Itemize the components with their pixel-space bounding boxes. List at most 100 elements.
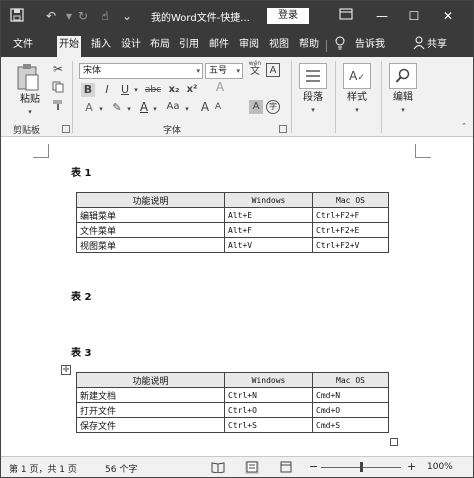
table-cell[interactable]: 保存文件 [76,417,225,433]
ribbon-tabs: 文件 开始 插入 设计 布局 引用 邮件 审阅 视图 帮助 告诉我 共享 [1,31,473,57]
tab-view[interactable]: 视图 [267,36,291,57]
word-count[interactable]: 56 个字 [105,462,137,475]
tab-layout[interactable]: 布局 [148,36,172,57]
chevron-down-icon[interactable]: ▾ [183,106,191,113]
tab-help[interactable]: 帮助 [297,36,321,57]
table-cell[interactable]: Ctrl+F2+F [312,207,389,223]
cut-icon[interactable]: ✂ [51,63,65,75]
zoom-out-button[interactable]: − [309,460,318,473]
bold-button[interactable]: B [81,83,95,97]
table-cell[interactable]: Ctrl+O [224,402,313,418]
undo-icon[interactable]: ↶ [43,8,59,24]
tab-design[interactable]: 设计 [119,36,143,57]
underline-button[interactable]: U [119,83,131,97]
table-cell[interactable]: Cmd+S [312,417,389,433]
shrink-font-button[interactable]: A [213,103,223,112]
print-layout-icon[interactable] [245,461,259,474]
shortcut-table-1[interactable]: 功能说明 Windows Mac OS 编辑菜单 Alt+E Ctrl+F2+F… [76,192,389,253]
save-icon[interactable] [9,8,25,24]
enclose-characters-button[interactable]: 字 [266,100,280,114]
superscript-button[interactable]: x² [185,83,199,97]
table-cell[interactable]: Alt+V [224,237,313,253]
shortcut-table-3[interactable]: 功能说明 Windows Mac OS 新建文档 Ctrl+N Cmd+N 打开… [76,372,389,433]
chevron-down-icon[interactable]: ▾ [151,106,159,113]
table-cell[interactable]: 打开文件 [76,402,225,418]
table-cell[interactable]: Alt+F [224,222,313,238]
grow-font-button[interactable]: A [199,101,211,113]
table-cell[interactable]: 视图菜单 [76,237,225,253]
underline-dropdown-icon[interactable]: ▾ [132,87,140,94]
styles-icon[interactable]: A✓ [343,63,371,89]
character-shading-button[interactable]: A [249,100,263,114]
tell-me-search[interactable]: 告诉我 [353,36,387,57]
styles-button[interactable]: 样式 [341,93,373,103]
touch-mode-icon[interactable]: ☝ [97,8,113,24]
font-size-select[interactable]: 五号 ▾ [205,63,243,79]
italic-button[interactable]: I [101,83,113,97]
subscript-button[interactable]: x₂ [167,83,181,97]
table-cell[interactable]: Cmd+N [312,387,389,403]
tab-references[interactable]: 引用 [177,36,201,57]
collapse-ribbon-icon[interactable]: ⌃ [459,123,469,130]
table-caption: 表 2 [71,292,92,303]
table-cell[interactable]: Ctrl+F2+E [312,222,389,238]
paragraph-button[interactable]: 段落 [297,93,329,103]
table-cell[interactable]: 文件菜单 [76,222,225,238]
table-row: 编辑菜单 Alt+E Ctrl+F2+F [76,207,389,223]
clipboard-launcher-icon[interactable] [62,125,70,133]
tab-home[interactable]: 开始 [57,36,81,57]
ribbon-display-icon[interactable] [337,7,355,25]
phonetic-guide-icon[interactable]: wén 文 [247,61,263,77]
chevron-down-icon[interactable]: ▾ [125,106,133,113]
tab-mailings[interactable]: 邮件 [207,36,231,57]
search-icon[interactable] [389,63,417,89]
text-effects-icon[interactable]: A [81,102,97,113]
strikethrough-button[interactable]: abc [143,83,163,97]
copy-icon[interactable] [51,81,65,96]
font-color-button[interactable]: A [137,101,151,113]
minimize-icon[interactable]: — [373,7,391,25]
paste-dropdown-icon[interactable]: ▾ [25,109,35,116]
chevron-down-icon[interactable]: ▾ [398,107,408,114]
font-name-select[interactable]: 宋体 ▾ [79,63,203,79]
restore-icon[interactable]: ☐ [405,7,423,25]
table-cell[interactable]: Ctrl+S [224,417,313,433]
editing-button[interactable]: 编辑 [387,93,419,103]
character-border-icon[interactable]: A [266,63,280,77]
read-mode-icon[interactable] [211,461,225,474]
document-canvas[interactable]: 表 1 功能说明 Windows Mac OS 编辑菜单 Alt+E Ctrl+… [1,138,473,456]
web-layout-icon[interactable] [279,461,293,474]
table-cell[interactable]: 编辑菜单 [76,207,225,223]
table-resize-handle[interactable] [390,438,398,446]
tab-review[interactable]: 审阅 [237,36,261,57]
chevron-down-icon[interactable]: ▾ [308,107,318,114]
highlight-icon[interactable]: ✎ [109,102,125,113]
table-cell[interactable]: Alt+E [224,207,313,223]
zoom-in-button[interactable]: + [407,460,416,473]
close-icon[interactable]: ✕ [439,7,457,25]
customize-toolbar-icon[interactable]: ⌄ [119,8,135,24]
table-cell[interactable]: 新建文档 [76,387,225,403]
paste-button[interactable]: 粘贴 [15,95,45,105]
table-cell[interactable]: Ctrl+N [224,387,313,403]
table-move-handle-icon[interactable]: ✛ [61,365,71,375]
zoom-slider-thumb[interactable] [360,462,363,472]
table-cell[interactable]: Ctrl+F2+V [312,237,389,253]
share-button[interactable]: 共享 [425,36,449,57]
chevron-down-icon[interactable]: ▾ [352,107,362,114]
font-launcher-icon[interactable] [279,125,287,133]
redo-icon[interactable]: ↻ [75,8,91,24]
tab-file[interactable]: 文件 [11,36,35,57]
paragraph-icon[interactable] [299,63,327,89]
zoom-level[interactable]: 100% [427,462,453,472]
clear-formatting-icon[interactable]: A [211,81,229,93]
page-count[interactable]: 第 1 页，共 1 页 [9,462,77,475]
format-painter-icon[interactable] [51,99,65,114]
tab-insert[interactable]: 插入 [89,36,113,57]
table-cell[interactable]: Cmd+O [312,402,389,418]
login-button[interactable]: 登录 [267,8,309,24]
change-case-button[interactable]: Aa [163,102,183,112]
lightbulb-icon[interactable] [333,36,347,57]
chevron-down-icon[interactable]: ▾ [97,106,105,113]
paste-icon[interactable] [15,63,41,93]
